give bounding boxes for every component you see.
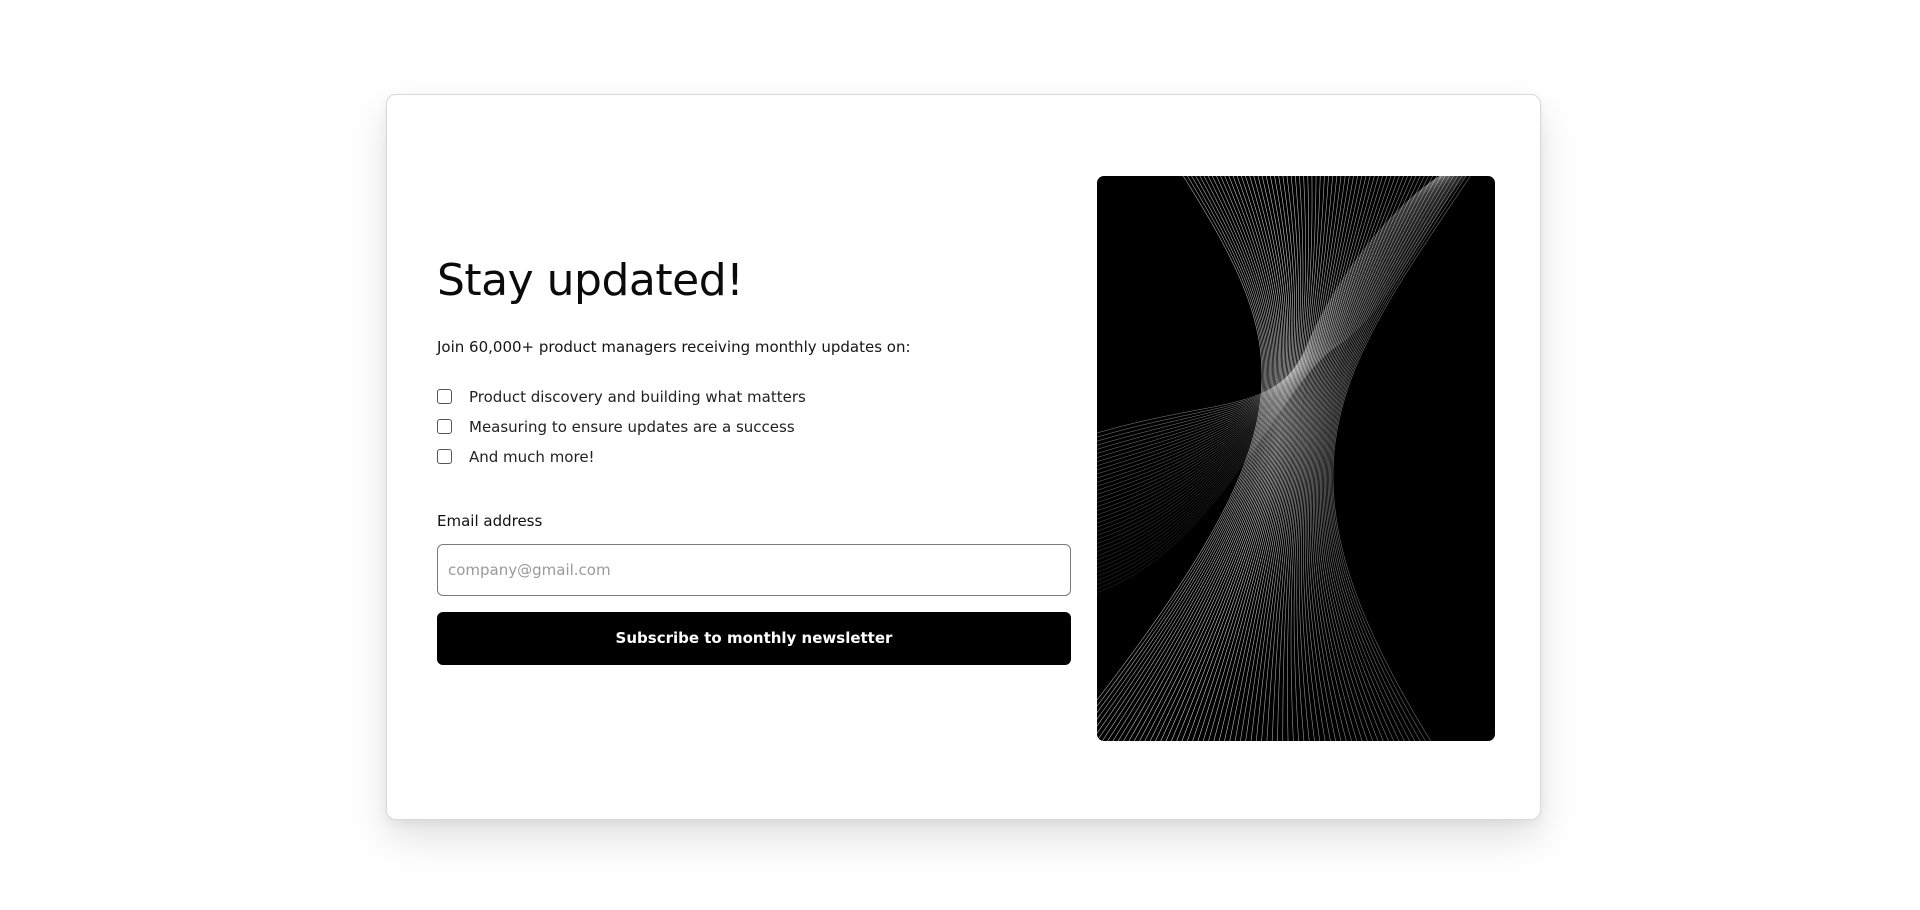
wave-line [1097,176,1446,462]
wave-lines-svg [1097,176,1471,741]
feature-item[interactable]: And much more! [437,442,1071,472]
wave-line [1328,176,1459,741]
feature-label: Measuring to ensure updates are a succes… [469,417,795,436]
wave-line [1097,176,1460,548]
wave-line [1097,176,1462,565]
wave-line [1117,176,1275,741]
subscribe-button[interactable]: Subscribe to monthly newsletter [437,611,1071,665]
wave-line [1097,176,1266,720]
feature-item[interactable]: Product discovery and building what matt… [437,382,1071,412]
wave-line [1097,176,1462,560]
wave-line [1322,176,1438,741]
wave-line [1327,176,1454,741]
checkbox-empty-icon[interactable] [437,419,452,435]
page-title: Stay updated! [437,255,744,306]
wave-line [1139,176,1280,741]
wave-line [1097,176,1268,727]
wave-lines-illustration [1097,176,1495,741]
wave-line [1229,176,1313,741]
feature-list: Product discovery and building what matt… [437,382,1071,472]
wave-line [1097,176,1452,499]
subtitle: Join 60,000+ product managers receiving … [437,337,911,356]
feature-item[interactable]: Measuring to ensure updates are a succes… [437,412,1071,442]
newsletter-form-section: Stay updated! Join 60,000+ product manag… [437,255,1071,665]
checkbox-empty-icon[interactable] [437,449,452,465]
email-input[interactable] [437,543,1071,596]
newsletter-card: Stay updated! Join 60,000+ product manag… [386,94,1541,820]
wave-line [1330,176,1463,741]
checkbox-empty-icon[interactable] [437,389,452,405]
wave-line [1325,176,1446,741]
email-label: Email address [437,511,543,530]
feature-label: Product discovery and building what matt… [469,387,806,406]
wave-line [1112,176,1274,741]
feature-label: And much more! [469,447,595,466]
wave-line [1326,176,1450,741]
